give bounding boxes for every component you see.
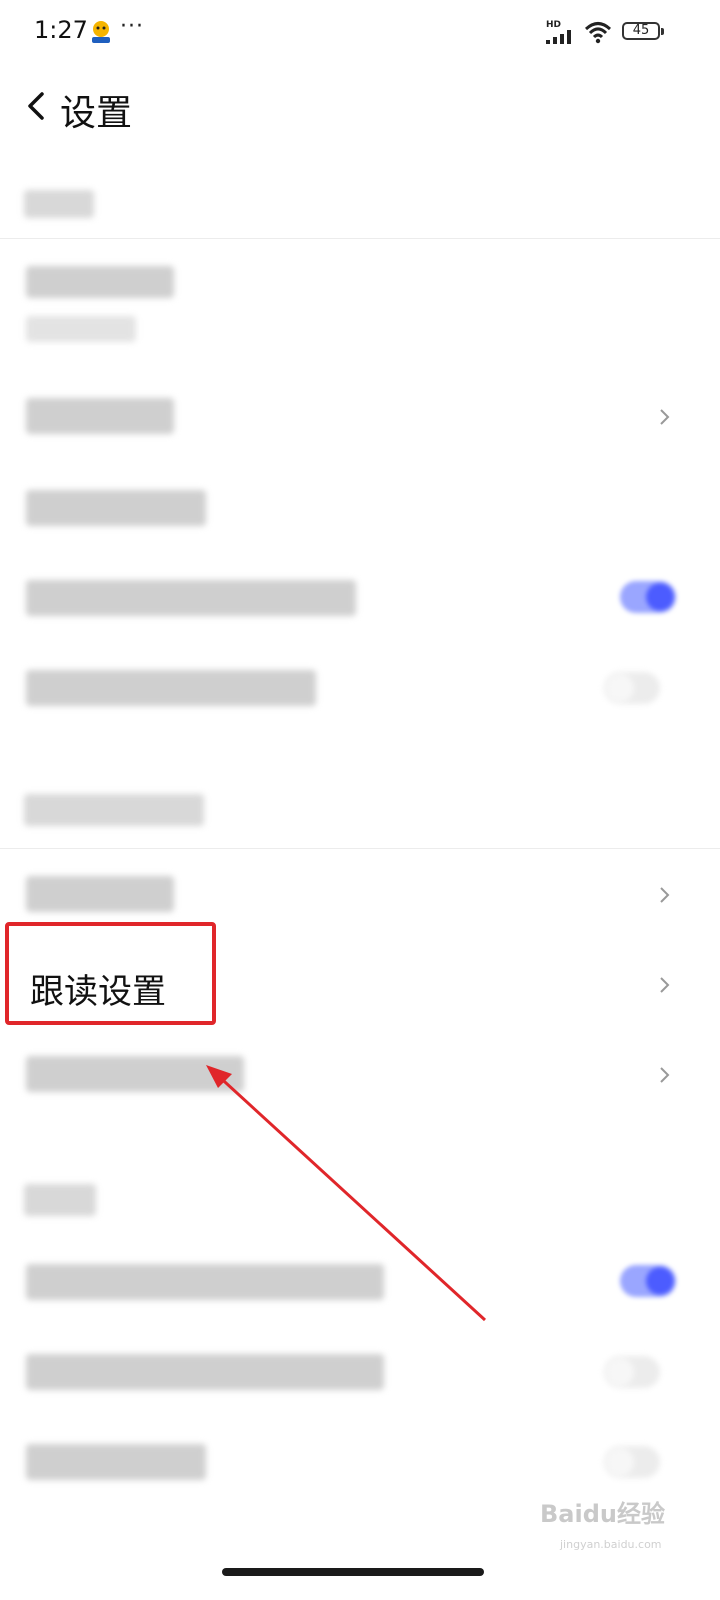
setting-row-2[interactable] <box>26 398 174 434</box>
setting-row-3[interactable] <box>26 490 206 526</box>
chevron-right-icon <box>660 409 670 425</box>
annotation-arrow <box>206 1065 487 1322</box>
chevron-right-icon <box>660 887 670 903</box>
app-notification-icon <box>92 21 110 43</box>
more-notifications-icon: ··· <box>120 14 144 39</box>
toggle-row-11[interactable] <box>604 1446 660 1478</box>
setting-row-4[interactable] <box>26 580 356 616</box>
battery-tip <box>661 28 664 35</box>
setting-row-cache-size <box>26 316 136 342</box>
setting-row-5[interactable] <box>26 670 316 706</box>
section-header-other <box>24 1184 96 1216</box>
battery-icon: 45 <box>622 22 660 40</box>
setting-row-cache[interactable] <box>26 266 174 298</box>
chevron-right-icon <box>660 1067 670 1083</box>
hd-label: HD <box>546 20 562 30</box>
watermark-url: jingyan.baidu.com <box>560 1538 662 1551</box>
divider <box>0 848 720 849</box>
divider <box>0 238 720 239</box>
home-indicator[interactable] <box>222 1568 484 1576</box>
baidu-watermark: Baidu经验 <box>540 1500 665 1528</box>
wifi-icon <box>584 22 612 44</box>
section-header-general <box>24 190 94 218</box>
back-arrow-icon[interactable] <box>22 88 52 124</box>
setting-row-6[interactable] <box>26 876 174 912</box>
toggle-row-5[interactable] <box>604 672 660 704</box>
page-title: 设置 <box>60 93 133 134</box>
status-time: 1:27 <box>34 16 88 44</box>
signal-icon <box>546 30 571 44</box>
section-header-playback <box>24 794 204 826</box>
chevron-right-icon[interactable] <box>658 974 672 996</box>
toggle-row-10[interactable] <box>604 1356 660 1388</box>
setting-row-10[interactable] <box>26 1354 384 1390</box>
toggle-row-9[interactable] <box>620 1265 676 1297</box>
highlight-box <box>5 922 216 1025</box>
toggle-row-4[interactable] <box>620 581 676 613</box>
setting-row-11[interactable] <box>26 1444 206 1480</box>
